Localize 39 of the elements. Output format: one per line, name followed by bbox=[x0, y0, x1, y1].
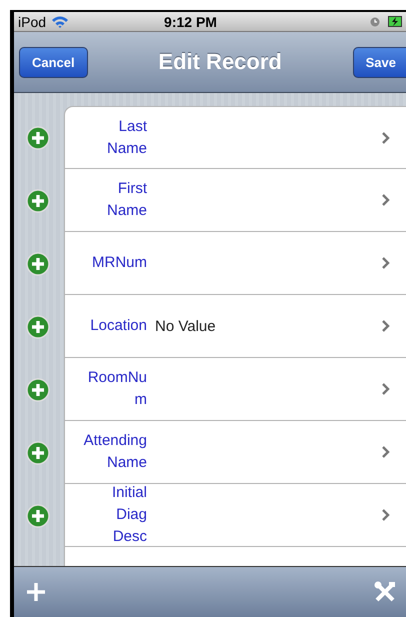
tools-icon[interactable] bbox=[374, 581, 396, 603]
chevron-icon bbox=[382, 509, 390, 521]
chevron-icon bbox=[382, 132, 390, 144]
save-button[interactable]: Save bbox=[352, 46, 406, 78]
add-icon[interactable] bbox=[26, 314, 50, 338]
field-label: RoomNu m bbox=[86, 368, 147, 410]
device-name: iPod bbox=[18, 14, 46, 30]
add-icon[interactable] bbox=[26, 378, 50, 402]
plus-icon[interactable] bbox=[26, 582, 46, 602]
field-row[interactable]: Initial Diag Desc bbox=[64, 484, 406, 547]
chevron-icon bbox=[382, 194, 390, 206]
field-row[interactable]: RoomNu m bbox=[64, 358, 406, 421]
field-label: Last Name bbox=[106, 116, 147, 158]
screen-title: Edit Record bbox=[157, 49, 283, 75]
add-icon[interactable] bbox=[26, 252, 50, 276]
field-row[interactable]: Location No Value bbox=[64, 295, 406, 358]
field-value: No Value bbox=[155, 318, 216, 334]
add-icon[interactable] bbox=[26, 126, 50, 150]
add-icon[interactable] bbox=[26, 188, 50, 212]
field-label: Initial Diag Desc bbox=[110, 483, 147, 547]
field-label: First Name bbox=[106, 179, 147, 221]
add-icon[interactable] bbox=[26, 440, 50, 464]
field-label: Attending Name bbox=[82, 431, 147, 473]
field-label: Location bbox=[89, 316, 147, 336]
clock-icon bbox=[370, 16, 380, 26]
chevron-icon bbox=[382, 383, 390, 395]
field-label: MRNum bbox=[91, 253, 147, 273]
battery-charging-icon bbox=[388, 16, 402, 27]
add-icon[interactable] bbox=[26, 504, 50, 528]
chevron-icon bbox=[382, 257, 390, 269]
field-row[interactable]: First Name bbox=[64, 169, 406, 232]
wifi-icon bbox=[51, 15, 70, 28]
chevron-icon bbox=[382, 320, 390, 332]
field-row[interactable]: MRNum bbox=[64, 232, 406, 295]
field-row[interactable]: Attending Name bbox=[64, 421, 406, 484]
chevron-icon bbox=[382, 446, 390, 458]
cancel-button[interactable]: Cancel bbox=[19, 46, 88, 78]
field-row[interactable]: Last Name bbox=[64, 106, 406, 169]
clock-time: 9:12 PM bbox=[164, 14, 217, 30]
